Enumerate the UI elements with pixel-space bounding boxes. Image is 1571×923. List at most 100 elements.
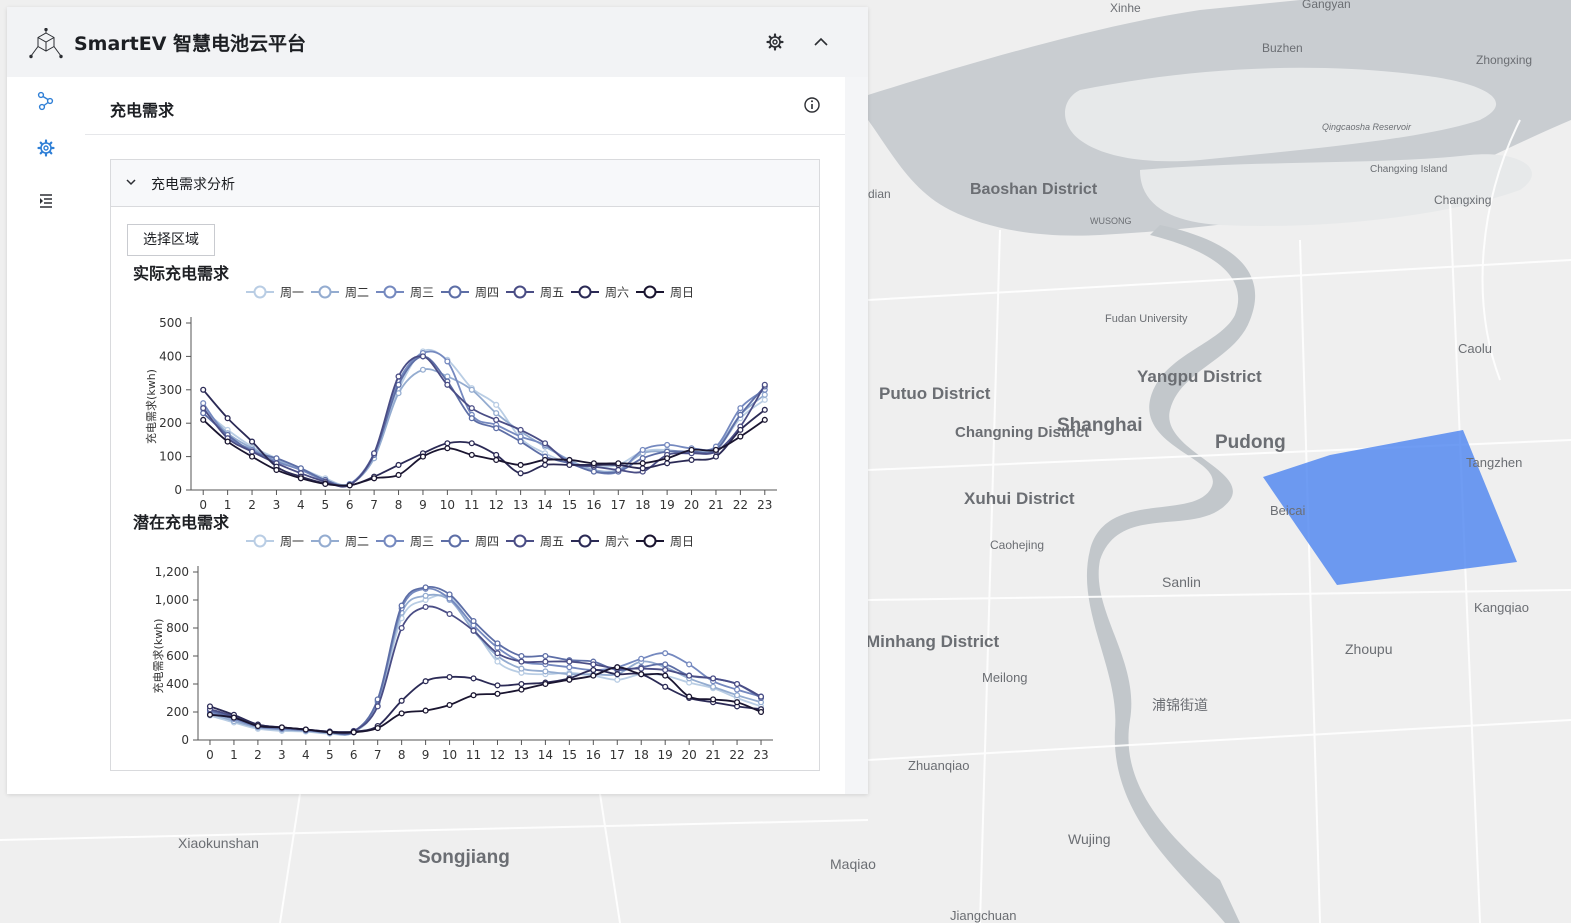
legend-item: 周四 [441,285,499,300]
map-label: Buzhen [1262,41,1303,55]
x-tick-label: 2 [254,748,262,759]
map-label: Zhongxing [1476,53,1532,67]
data-point [200,400,207,407]
legend-item: 周四 [441,534,499,549]
series-line [200,416,768,489]
legend-marker [578,534,592,548]
data-point [590,460,597,467]
x-tick-label: 19 [659,498,674,510]
data-point [566,658,573,665]
map-label: Beicai [1270,503,1306,518]
series-line [200,353,768,489]
data-point [590,661,597,668]
data-point [541,461,549,469]
x-tick-label: 6 [346,498,354,510]
x-tick-label: 3 [273,498,281,510]
data-point [326,729,333,736]
section-title: 充电需求分析 [151,177,235,193]
data-point [639,460,646,467]
x-tick-label: 16 [586,498,601,510]
x-tick-label: 21 [705,748,720,759]
x-tick-label: 18 [634,748,649,759]
data-point [517,470,524,477]
data-point [737,411,744,418]
data-point [614,676,621,683]
data-point [638,671,645,678]
data-point [468,451,475,458]
collapse-chevron-up-icon[interactable] [810,31,832,53]
series-path [202,350,766,487]
series-path [209,593,762,736]
data-point [517,426,524,433]
x-tick-label: 10 [442,748,457,759]
x-tick-label: 17 [610,748,625,759]
data-point [590,468,597,475]
data-point [566,456,573,463]
select-area-button[interactable]: 选择区域 [127,224,215,256]
legend-item: 周一 [246,534,304,549]
data-point [712,453,720,460]
x-tick-label: 13 [513,498,528,510]
list-indent-icon[interactable] [35,189,57,211]
map-label: Qingcaosha Reservoir [1322,122,1412,132]
series-line [206,592,765,737]
data-point [446,591,453,598]
data-point [518,686,525,693]
data-point [395,381,402,388]
x-tick-label: 20 [684,498,699,510]
legend-label: 周三 [410,286,434,300]
legend-item: 周六 [571,285,629,300]
data-point [734,692,741,699]
series-path [202,355,766,487]
settings-icon[interactable] [35,137,57,159]
map-label: Tangzhen [1466,455,1522,470]
series-path [202,419,766,487]
data-point [248,453,256,460]
data-point [614,664,621,671]
data-point [541,440,549,447]
chart-legend: 周一 周二 周三 周四 周五 周六 周日 [246,285,694,300]
data-point [422,592,429,599]
data-point [206,703,214,710]
data-point [273,455,280,462]
x-tick-label: 17 [611,498,626,510]
data-point [662,661,669,668]
sidebar [7,77,85,794]
x-tick-label: 2 [248,498,256,510]
data-point [248,448,256,455]
data-point [686,672,693,679]
map-label: Changning District [955,424,1089,441]
info-icon[interactable] [803,96,821,114]
data-point [518,658,525,665]
data-point [206,711,214,718]
data-point [688,446,695,453]
map-label: Pudong [1215,432,1286,453]
data-point [664,460,671,467]
data-point [493,456,500,463]
data-point [493,401,500,408]
data-point [662,683,669,690]
data-point [297,475,304,482]
route-nodes-icon[interactable] [35,90,57,112]
data-point [710,675,717,682]
data-point [686,693,693,700]
x-tick-label: 4 [302,748,310,759]
x-tick-label: 22 [733,498,748,510]
map-label: Changxing [1434,193,1491,207]
legend-marker [253,534,267,548]
data-point [422,678,429,685]
series-path [209,594,762,736]
x-tick-label: 6 [350,748,358,759]
y-tick-label: 400 [166,677,189,691]
potential-demand-chart: 周一 周二 周三 周四 周五 周六 周日02004006008001,0001,2000 1 2… [151,534,773,759]
data-point [590,672,597,679]
data-point [712,446,720,453]
settings-gear-icon[interactable] [764,31,786,53]
x-tick-label: 13 [514,748,529,759]
map-label: Sanlin [1162,574,1201,590]
data-point [590,666,597,674]
data-point [446,610,453,618]
data-point [615,460,622,467]
y-tick-label: 400 [159,349,182,363]
section-toggle[interactable]: 充电需求分析 [111,160,819,207]
